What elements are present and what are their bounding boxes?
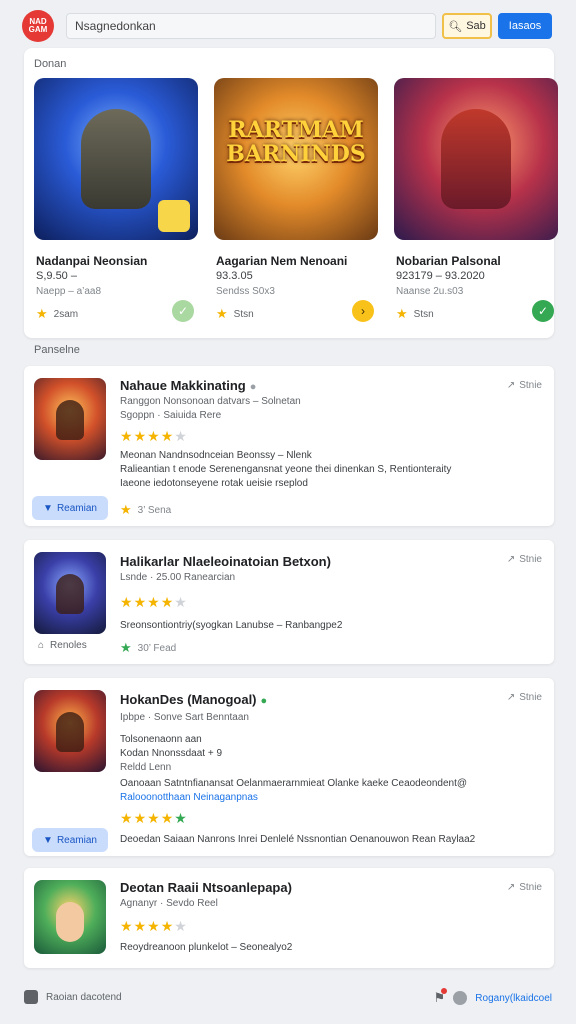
- review-count: ★ 30’ Fead: [120, 640, 177, 655]
- popular-section-label: Panselne: [34, 344, 80, 356]
- featured-rating: ★ Stsn: [216, 306, 254, 321]
- app-developer: Ranggon Nonsonoan datvars – Solnetan: [120, 396, 301, 407]
- featured-art-title: RARTMAM BARNINDS: [226, 117, 366, 167]
- featured-art: RARTMAM BARNINDS: [214, 78, 378, 240]
- app-icon: [34, 552, 106, 634]
- bottom-right-area: ⚑ Rogany(lkaidcoel: [434, 988, 552, 1006]
- share-icon: ↗: [506, 554, 516, 565]
- install-icon: ▼: [43, 502, 53, 514]
- app-tagline: Meonan Nandnsodnceian Beonssy – Nlenk: [120, 450, 312, 461]
- app-card[interactable]: Deotan Raaii Ntsoanlepapa) ↗ Stnie Agnany…: [24, 868, 554, 968]
- share-button[interactable]: ↗ Stnie: [507, 692, 542, 703]
- app-meta: Ipbpe · Sonve Sart Benntaan: [120, 712, 249, 723]
- share-icon: ↗: [506, 692, 516, 703]
- app-title: Deotan Raaii Ntsoanlepapa): [120, 880, 292, 895]
- app-title: Nahaue Makkinating ●: [120, 378, 257, 393]
- install-button[interactable]: ▼ Reamian: [32, 496, 108, 520]
- share-button[interactable]: ↗ Stnie: [507, 380, 542, 391]
- app-tag: Tolsonenaonn aan: [120, 734, 202, 745]
- check-icon[interactable]: ✓: [172, 300, 194, 322]
- app-card[interactable]: HokanDes (Manogoal) ● ↗ Stnie Ipbpe · Sonv…: [24, 678, 554, 856]
- featured-meta: Naanse 2u.s03: [396, 286, 464, 297]
- featured-title: Nadanpai Neonsian: [36, 254, 148, 268]
- arrow-right-icon[interactable]: ›: [352, 300, 374, 322]
- app-description: Sreonsontiontriy(syogkan Lanubse – Ranba…: [120, 620, 343, 631]
- share-icon: ↗: [506, 882, 516, 893]
- game-badge-icon: [158, 200, 190, 232]
- app-description: Reoydreanoon plunkelot – Seonealyo2: [120, 942, 293, 953]
- featured-meta: Sendss S0x3: [216, 286, 275, 297]
- review-count: ★ 3’ Sena: [120, 502, 172, 517]
- featured-card[interactable]: RARTMAM BARNINDS Aagarian Nem Nenoani 93…: [214, 78, 378, 328]
- app-tag: Reldd Lenn: [120, 762, 172, 773]
- star-icon: ★: [216, 306, 228, 321]
- primary-button[interactable]: Iasaos: [498, 13, 552, 39]
- featured-meta: Naepp – a’aa8: [36, 286, 102, 297]
- featured-sub: 923179 – 93.2020: [396, 270, 485, 282]
- app-icon: [34, 378, 106, 460]
- featured-card[interactable]: Nadanpai Neonsian S,9.50 – Naepp – a’aa8…: [34, 78, 198, 328]
- app-meta: Sgoppn · Saiuida Rere: [120, 410, 222, 421]
- featured-row: Nadanpai Neonsian S,9.50 – Naepp – a’aa8…: [34, 78, 558, 328]
- top-bar: NAD GAM Nsagnedonkan 🔍︎ Sab Iasaos: [0, 0, 576, 52]
- info-icon: ●: [249, 381, 257, 393]
- app-logo[interactable]: NAD GAM: [22, 10, 54, 42]
- home-icon: ⌂: [38, 640, 45, 651]
- featured-art: [34, 78, 198, 240]
- app-title: Halikarlar Nlaeleoinatoian Betxon): [120, 554, 331, 569]
- app-icon: [34, 690, 106, 772]
- featured-title: Aagarian Nem Nenoani: [216, 254, 348, 268]
- search-input[interactable]: Nsagnedonkan: [66, 13, 436, 39]
- share-button[interactable]: ↗ Stnie: [507, 554, 542, 565]
- featured-section-label: Donan: [34, 58, 67, 70]
- logo-text: NAD GAM: [28, 17, 48, 34]
- hero-figure: [81, 109, 151, 209]
- star-rating: ★ ★ ★ ★ ★: [120, 594, 187, 610]
- check-icon[interactable]: ✓: [532, 300, 554, 322]
- search-button[interactable]: 🔍︎ Sab: [442, 13, 492, 39]
- app-link[interactable]: Ralooonotthaan Neinaganpnas: [120, 792, 258, 803]
- star-icon: ★: [120, 640, 132, 655]
- star-rating: ★ ★ ★ ★ ★: [120, 428, 187, 444]
- share-icon: ↗: [506, 380, 516, 391]
- install-icon: ▼: [43, 834, 53, 846]
- bottom-left-link[interactable]: Raoian dacotend: [24, 990, 122, 1004]
- install-button[interactable]: ▼ Reamian: [32, 828, 108, 852]
- app-card[interactable]: Nahaue Makkinating ● ↗ Stnie Ranggon Nonso…: [24, 366, 554, 526]
- featured-sub: S,9.50 –: [36, 270, 77, 282]
- app-footnote: Deoedan Saiaan Nanrons Inrei Denlelé Nss…: [120, 834, 476, 845]
- app-meta: Lsnde · 25.00 Ranearcian: [120, 572, 236, 583]
- star-rating: ★ ★ ★ ★ ★: [120, 810, 187, 826]
- verified-icon: ●: [260, 695, 268, 707]
- bell-icon[interactable]: ⚑: [434, 988, 448, 1006]
- remove-button[interactable]: ⌂ Renoles: [38, 640, 87, 651]
- share-button[interactable]: ↗ Stnie: [507, 882, 542, 893]
- bottom-right-link[interactable]: Rogany(lkaidcoel: [475, 993, 552, 1004]
- app-description: Ralieantian t enode Serenengansnat yeone…: [120, 464, 452, 475]
- app-card[interactable]: Halikarlar Nlaeleoinatoian Betxon) ↗ Stni…: [24, 540, 554, 664]
- app-tag: Kodan Nnonssdaat + 9: [120, 748, 223, 759]
- star-icon: ★: [36, 306, 48, 321]
- featured-sub: 93.3.05: [216, 270, 253, 282]
- hero-figure: [441, 109, 511, 209]
- app-title: HokanDes (Manogoal) ●: [120, 692, 268, 707]
- square-icon: [24, 990, 38, 1004]
- app-icon: [34, 880, 106, 954]
- featured-rating: ★ 2sam: [36, 306, 79, 321]
- star-rating: ★ ★ ★ ★ ★: [120, 918, 187, 934]
- app-meta: Agnanyr · Sevdo Reel: [120, 898, 218, 909]
- app-description: Oanoaan Satntnfianansat Oelanmaerarnmiea…: [120, 778, 468, 789]
- featured-rating: ★ Stsn: [396, 306, 434, 321]
- star-icon: ★: [396, 306, 408, 321]
- bottom-bar: Raoian dacotend ⚑ Rogany(lkaidcoel: [0, 984, 576, 1014]
- app-description: Iaeone iedotonseyene rotak ueisie rseplo…: [120, 478, 308, 489]
- star-icon: ★: [120, 502, 132, 517]
- featured-card[interactable]: Nobarian Palsonal 923179 – 93.2020 Naans…: [394, 78, 558, 328]
- featured-title: Nobarian Palsonal: [396, 254, 501, 268]
- featured-art: [394, 78, 558, 240]
- gear-icon[interactable]: [453, 991, 468, 1005]
- search-icon: 🔍︎: [448, 20, 463, 33]
- featured-panel: Donan Nadanpai Neonsian S,9.50 – Naepp –…: [24, 48, 558, 338]
